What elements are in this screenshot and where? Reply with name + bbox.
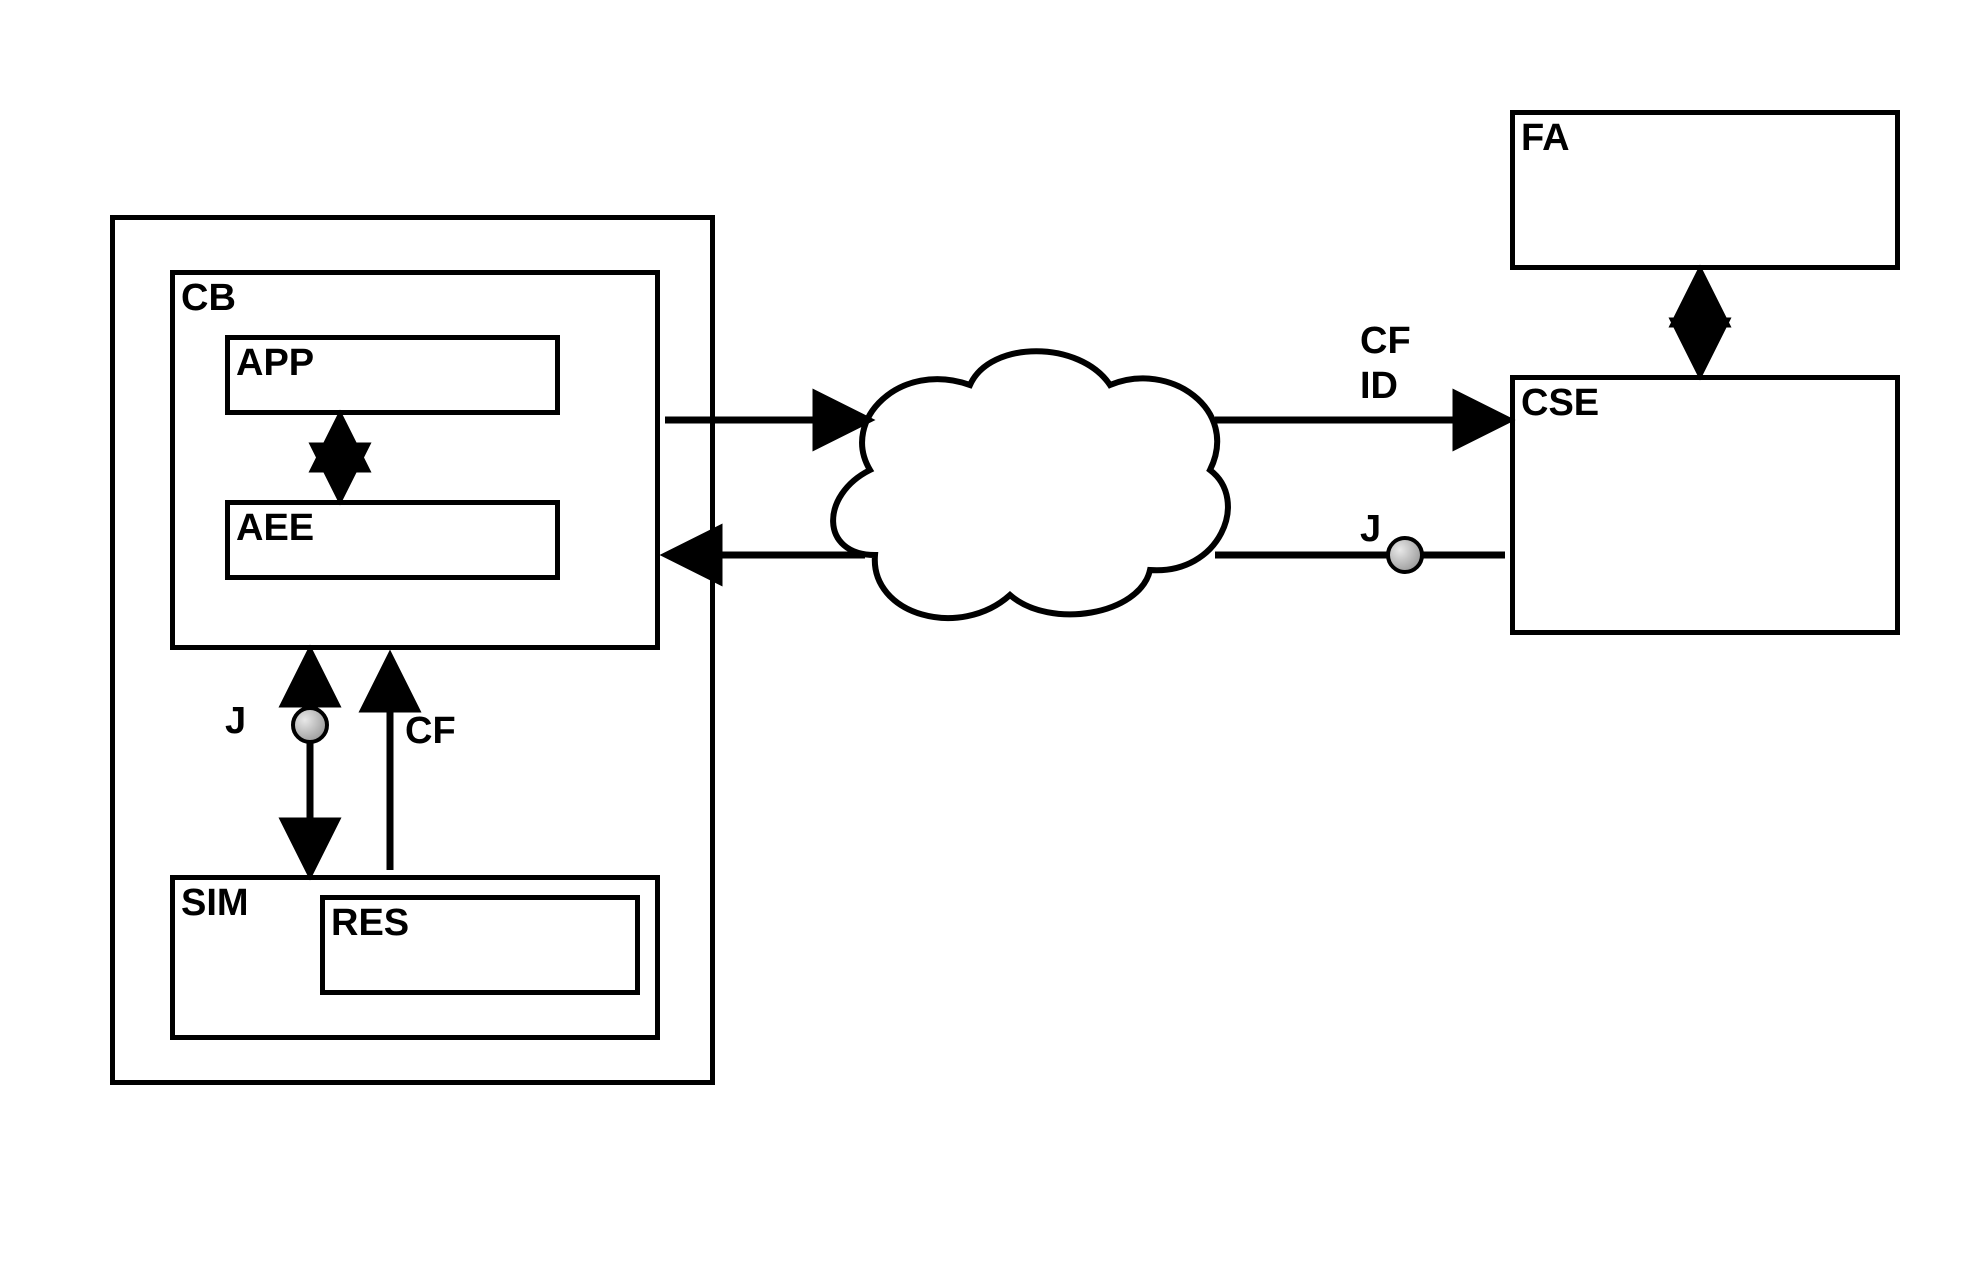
token-j-right bbox=[1388, 538, 1422, 572]
label-sim: SIM bbox=[181, 882, 249, 925]
block-cb: CB bbox=[170, 270, 660, 650]
label-fa: FA bbox=[1521, 117, 1570, 160]
label-res: RES bbox=[331, 902, 409, 945]
label-aee: AEE bbox=[236, 507, 314, 550]
diagram-canvas: CB APP AEE SIM RES FA CSE NET CF ID J J … bbox=[0, 0, 1982, 1280]
edge-label-cf: CF bbox=[1360, 320, 1411, 363]
block-fa: FA bbox=[1510, 110, 1900, 270]
edge-label-j-right: J bbox=[1360, 508, 1381, 551]
label-app: APP bbox=[236, 342, 314, 385]
edge-label-id: ID bbox=[1360, 365, 1398, 408]
block-res: RES bbox=[320, 895, 640, 995]
edge-label-cf-left: CF bbox=[405, 710, 456, 753]
label-cse: CSE bbox=[1521, 382, 1599, 425]
block-app: APP bbox=[225, 335, 560, 415]
block-cse: CSE bbox=[1510, 375, 1900, 635]
label-net: NET bbox=[965, 460, 1049, 508]
block-aee: AEE bbox=[225, 500, 560, 580]
edge-label-j-left: J bbox=[225, 700, 246, 743]
label-cb: CB bbox=[181, 277, 236, 320]
